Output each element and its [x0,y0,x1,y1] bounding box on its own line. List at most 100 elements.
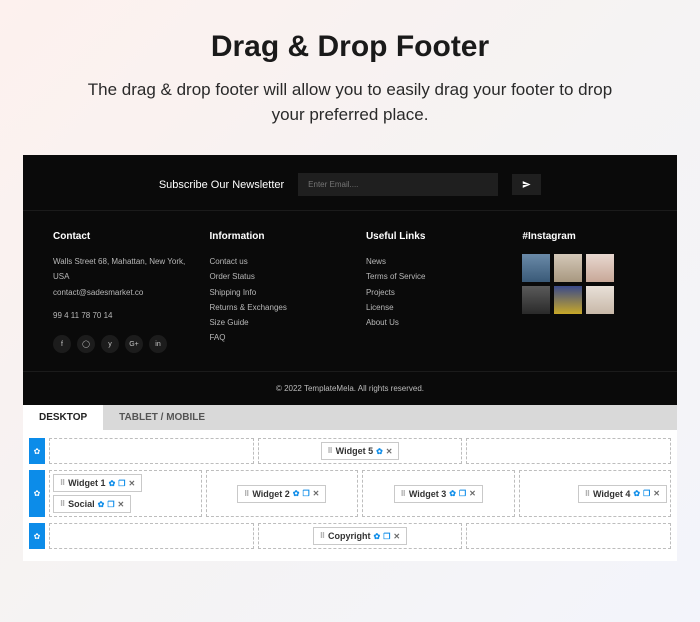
page-title: Drag & Drop Footer [15,30,685,64]
newsletter-input[interactable] [298,173,498,196]
close-icon[interactable]: ✕ [128,479,135,488]
instagram-thumb[interactable] [522,286,550,314]
duplicate-icon[interactable]: ❐ [107,500,114,509]
instagram-title: #Instagram [522,231,647,242]
duplicate-icon[interactable]: ❐ [302,489,309,498]
newsletter-label: Subscribe Our Newsletter [159,179,284,191]
builder-slot[interactable]: ⠿ Widget 4 ✿ ❐ ✕ [519,470,672,517]
gear-icon[interactable]: ✿ [376,447,383,456]
gear-icon[interactable]: ✿ [374,532,381,541]
tab-mobile[interactable]: TABLET / MOBILE [103,405,221,430]
widget-block[interactable]: ⠿ Copyright ✿ ❐ ✕ [313,527,407,545]
builder-slot[interactable] [49,523,254,549]
gear-icon: ✿ [34,489,41,498]
instagram-thumb[interactable] [586,286,614,314]
widget-block[interactable]: ⠿ Social ✿ ❐ ✕ [53,495,131,513]
close-icon[interactable]: ✕ [313,489,320,498]
contact-column: Contact Walls Street 68, Mahattan, New Y… [53,231,191,353]
builder-row: ✿ ⠿ Widget 1 ✿ ❐ ✕ ⠿ Social ✿ ❐ ✕ [29,470,671,517]
info-link[interactable]: Contact us [209,254,347,269]
drag-icon: ⠿ [401,490,406,498]
gear-icon[interactable]: ✿ [98,500,105,509]
row-settings-button[interactable]: ✿ [29,470,45,517]
gear-icon: ✿ [34,447,41,456]
builder-tabs: DESKTOP TABLET / MOBILE [23,405,677,430]
widget-label: Widget 4 [593,489,630,499]
builder-row: ✿ ⠿ Widget 5 ✿ ✕ [29,438,671,464]
info-link[interactable]: Shipping Info [209,285,347,300]
builder-slot[interactable] [466,523,671,549]
gear-icon[interactable]: ✿ [109,479,116,488]
drag-icon: ⠿ [244,490,249,498]
social-icons: f ◯ y G+ in [53,335,191,353]
widget-block[interactable]: ⠿ Widget 2 ✿ ❐ ✕ [237,485,326,503]
close-icon[interactable]: ✕ [393,532,400,541]
googleplus-icon[interactable]: G+ [125,335,143,353]
useful-link[interactable]: News [366,254,504,269]
gear-icon[interactable]: ✿ [293,489,300,498]
useful-link[interactable]: Projects [366,285,504,300]
widget-block[interactable]: ⠿ Widget 1 ✿ ❐ ✕ [53,474,142,492]
facebook-icon[interactable]: f [53,335,71,353]
contact-phone: 99 4 11 78 70 14 [53,308,191,323]
page-subtitle: The drag & drop footer will allow you to… [15,78,685,127]
information-title: Information [209,231,347,242]
newsletter-send-button[interactable] [512,174,541,195]
contact-email: contact@sadesmarket.co [53,285,191,300]
duplicate-icon[interactable]: ❐ [643,489,650,498]
copyright-text: © 2022 TemplateMela. All rights reserved… [23,371,677,405]
builder-row: ✿ ⠿ Copyright ✿ ❐ ✕ [29,523,671,549]
widget-block[interactable]: ⠿ Widget 4 ✿ ❐ ✕ [578,485,667,503]
info-link[interactable]: Returns & Exchanges [209,300,347,315]
widget-label: Widget 5 [336,446,373,456]
duplicate-icon[interactable]: ❐ [118,479,125,488]
info-link[interactable]: Size Guide [209,315,347,330]
drag-icon: ⠿ [60,479,65,487]
useful-link[interactable]: Terms of Service [366,269,504,284]
gear-icon[interactable]: ✿ [449,489,456,498]
builder-slot[interactable]: ⠿ Widget 3 ✿ ❐ ✕ [362,470,515,517]
widget-label: Widget 3 [409,489,446,499]
gear-icon[interactable]: ✿ [633,489,640,498]
builder-slot[interactable] [466,438,671,464]
drag-icon: ⠿ [320,532,325,540]
newsletter-row: Subscribe Our Newsletter [23,155,677,211]
instagram-thumb[interactable] [522,254,550,282]
close-icon[interactable]: ✕ [118,500,125,509]
duplicate-icon[interactable]: ❐ [459,489,466,498]
useful-title: Useful Links [366,231,504,242]
instagram-thumb[interactable] [586,254,614,282]
twitter-icon[interactable]: y [101,335,119,353]
drag-icon: ⠿ [60,500,65,508]
builder-slot[interactable]: ⠿ Widget 5 ✿ ✕ [258,438,463,464]
widget-block[interactable]: ⠿ Widget 5 ✿ ✕ [321,442,400,460]
layout-builder: DESKTOP TABLET / MOBILE ✿ ⠿ Widget 5 ✿ ✕… [23,405,677,561]
duplicate-icon[interactable]: ❐ [383,532,390,541]
useful-link[interactable]: About Us [366,315,504,330]
widget-label: Social [68,499,95,509]
information-column: Information Contact us Order Status Ship… [209,231,347,353]
info-link[interactable]: FAQ [209,330,347,345]
drag-icon: ⠿ [585,490,590,498]
drag-icon: ⠿ [328,447,333,455]
info-link[interactable]: Order Status [209,269,347,284]
builder-slot[interactable] [49,438,254,464]
linkedin-icon[interactable]: in [149,335,167,353]
row-settings-button[interactable]: ✿ [29,523,45,549]
instagram-icon[interactable]: ◯ [77,335,95,353]
tab-desktop[interactable]: DESKTOP [23,405,103,430]
close-icon[interactable]: ✕ [653,489,660,498]
builder-slot[interactable]: ⠿ Widget 1 ✿ ❐ ✕ ⠿ Social ✿ ❐ ✕ [49,470,202,517]
useful-column: Useful Links News Terms of Service Proje… [366,231,504,353]
close-icon[interactable]: ✕ [386,447,393,456]
gear-icon: ✿ [34,532,41,541]
builder-slot[interactable]: ⠿ Copyright ✿ ❐ ✕ [258,523,463,549]
row-settings-button[interactable]: ✿ [29,438,45,464]
widget-block[interactable]: ⠿ Widget 3 ✿ ❐ ✕ [394,485,483,503]
useful-link[interactable]: License [366,300,504,315]
instagram-thumb[interactable] [554,286,582,314]
contact-title: Contact [53,231,191,242]
instagram-thumb[interactable] [554,254,582,282]
builder-slot[interactable]: ⠿ Widget 2 ✿ ❐ ✕ [206,470,359,517]
close-icon[interactable]: ✕ [469,489,476,498]
